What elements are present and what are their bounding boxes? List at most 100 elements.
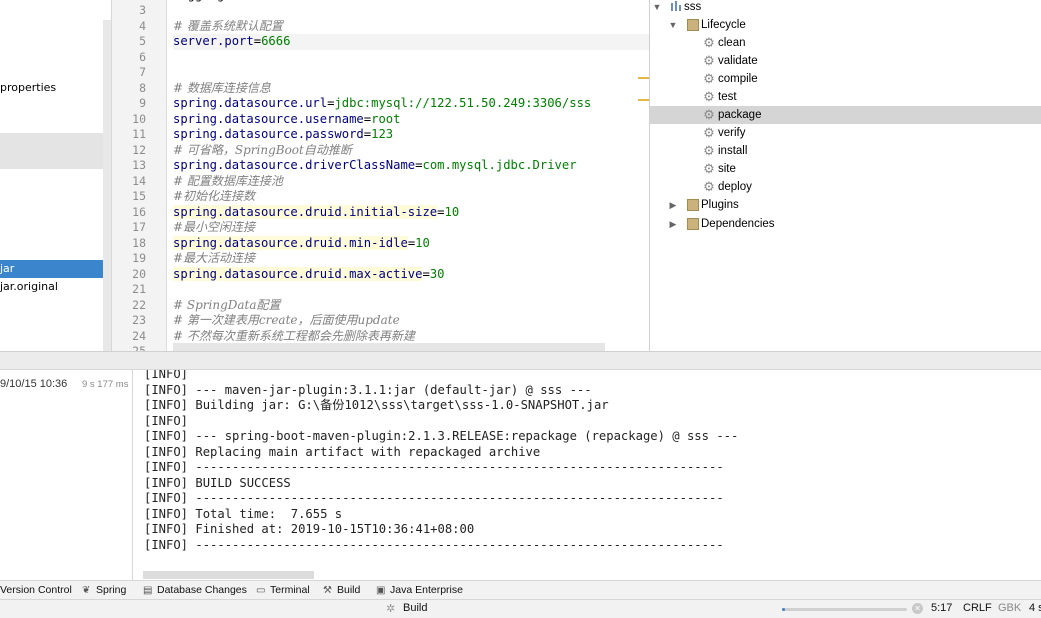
comment: # 可省略，SpringBoot自动推断 [173,142,352,157]
tree-item-label: jar [0,262,15,275]
maven-goal-label: verify [718,127,746,139]
property-value: jdbc:mysql://122.51.50.249:3306/sss [334,96,592,110]
line-number: 15 [132,189,146,203]
line-number: 12 [132,142,146,157]
tree-item-label: properties [0,81,57,94]
gear-icon: ⚙ [703,179,715,194]
line-number: 7 [139,65,146,79]
caret-position[interactable]: 5:17 [931,602,952,614]
project-scrollbar[interactable] [103,20,111,351]
code-line[interactable]: spring.datasource.username=root [173,112,400,128]
code-line[interactable]: spring.datasource.url=jdbc:mysql://122.5… [173,96,591,112]
code-line[interactable]: spring.datasource.driverClassName=com.my… [173,158,577,174]
comment: # 数据库连接信息 [173,80,271,95]
maven-goal-install[interactable]: ⚙ install [650,142,1041,160]
property-value: 123 [371,127,394,141]
tool-window-build[interactable]: ⚒ Build [323,584,360,596]
gear-icon: ⚙ [703,53,715,68]
property-key: server.port [173,34,254,48]
comment: # 不然每次重新系统工程都会先删除表再新建 [173,328,415,343]
build-progress-bar[interactable] [782,608,907,611]
line-separator[interactable]: CRLF [963,602,992,614]
code-line[interactable]: #最小空闲连接 [173,220,255,236]
maven-goal-label: compile [718,73,758,85]
tree-item-jar[interactable]: jar [0,260,111,278]
tool-window-terminal[interactable]: ▭ Terminal [256,584,310,596]
file-encoding[interactable]: GBK [998,602,1021,614]
cancel-task-icon[interactable]: ✕ [912,603,923,614]
tool-window-database-changes[interactable]: ▤ Database Changes [143,584,247,596]
code-line[interactable]: spring.datasource.druid.min-idle=10 [173,235,430,252]
indent-setting[interactable]: 4 s [1029,602,1041,614]
line-number: 4 [139,18,146,33]
code-line[interactable]: #最大活动连接 [173,251,255,267]
maven-goal-test[interactable]: ⚙ test [650,88,1041,106]
project-tree-panel: properties jar jar.original [0,0,111,351]
editor-horizontal-scrollbar[interactable] [173,343,605,351]
code-line[interactable]: #初始化连接数 [173,189,255,205]
collapse-arrow-icon[interactable]: ▶ [668,196,678,214]
tree-item-highlight[interactable] [0,133,111,169]
collapse-arrow-icon[interactable]: ▶ [668,215,678,233]
code-line[interactable]: # 第一次建表用create，后面使用update [173,313,400,329]
code-line[interactable]: # 配置数据库连接池 [173,174,283,190]
console-line: [INFO] Replacing main artifact with repa… [144,444,541,459]
build-start-time[interactable]: 9/10/15 10:36 [0,378,67,390]
code-line[interactable]: # 覆盖系统默认配置 [173,19,283,35]
comment: # 配置数据库连接池 [173,173,283,188]
tree-item-properties[interactable]: properties [0,79,56,97]
line-number: 14 [132,173,146,188]
maven-dependencies-node[interactable]: ▶ Dependencies [650,215,1041,233]
expand-arrow-icon[interactable]: ▼ [668,16,678,34]
code-area[interactable]: logging# 覆盖系统默认配置server.port=6666# 数据库连接… [173,0,649,351]
maven-goal-package[interactable]: ⚙ package [650,106,1041,124]
maven-lifecycle-node[interactable]: ▼ Lifecycle [650,16,1041,34]
console-line: [INFO] Total time: 7.655 s [144,506,343,521]
maven-plugins-node[interactable]: ▶ Plugins [650,196,1041,214]
error-stripe-marker[interactable] [638,99,649,101]
gear-icon: ⚙ [703,35,715,50]
code-line[interactable]: # SpringData配置 [173,298,281,314]
maven-goal-deploy[interactable]: ⚙ deploy [650,178,1041,196]
tree-item-jar-original[interactable]: jar.original [0,278,58,296]
maven-goal-label: deploy [718,181,752,193]
maven-goal-compile[interactable]: ⚙ compile [650,70,1041,88]
maven-goal-verify[interactable]: ⚙ verify [650,124,1041,142]
code-line[interactable]: # 数据库连接信息 [173,81,271,97]
console-line: [INFO] --- spring-boot-maven-plugin:2.1.… [144,429,739,443]
code-editor[interactable]: 3 4 5 6 7 8 9 10 11 12 13 14 15 16 17 18 19 20 21 22 23 24 25 … [111,0,649,351]
error-stripe-marker[interactable] [638,77,649,79]
expand-arrow-icon[interactable]: ▼ [652,0,662,16]
code-line[interactable]: server.port=6666 [173,34,649,50]
line-number: 6 [139,49,146,64]
tool-window-java-enterprise[interactable]: ▣ Java Enterprise [376,584,463,596]
comment: #最小空闲连接 [173,220,256,234]
background-task-label[interactable]: Build [403,602,427,614]
build-tool-window-header [0,351,1041,370]
build-console[interactable]: [INFO] [INFO] --- maven-jar-plugin:3.1.1:… [133,370,1041,580]
code-line[interactable]: spring.datasource.druid.max-active=30 [173,266,445,283]
line-number: 16 [132,204,146,219]
code-line[interactable]: # 可省略，SpringBoot自动推断 [173,143,352,159]
maven-goal-clean[interactable]: ⚙ clean [650,34,1041,52]
build-tree: 9/10/15 10:36 9 s 177 ms [0,370,133,580]
console-line: [INFO] ---------------------------------… [144,491,724,505]
terminal-icon: ▭ [256,585,266,596]
maven-goal-validate[interactable]: ⚙ validate [650,52,1041,70]
tool-window-spring[interactable]: ❦ Spring [82,584,126,596]
code-line[interactable]: spring.datasource.password=123 [173,127,393,143]
line-number: 13 [132,158,146,172]
console-horizontal-scrollbar[interactable] [143,571,314,579]
console-line: [INFO] [144,370,189,381]
property-value: root [371,111,401,126]
equals-sign: = [422,266,430,281]
line-number: 9 [139,96,146,110]
maven-project-root[interactable]: ▼ sss [650,0,1041,16]
tool-window-version-control[interactable]: Version Control [0,584,72,596]
comment: #最大活动连接 [173,251,256,265]
code-line[interactable]: spring.datasource.druid.initial-size=10 [173,204,459,221]
folder-icon [687,218,699,230]
code-line[interactable]: # 不然每次重新系统工程都会先删除表再新建 [173,329,415,345]
maven-module-icon [670,0,681,12]
maven-goal-site[interactable]: ⚙ site [650,160,1041,178]
